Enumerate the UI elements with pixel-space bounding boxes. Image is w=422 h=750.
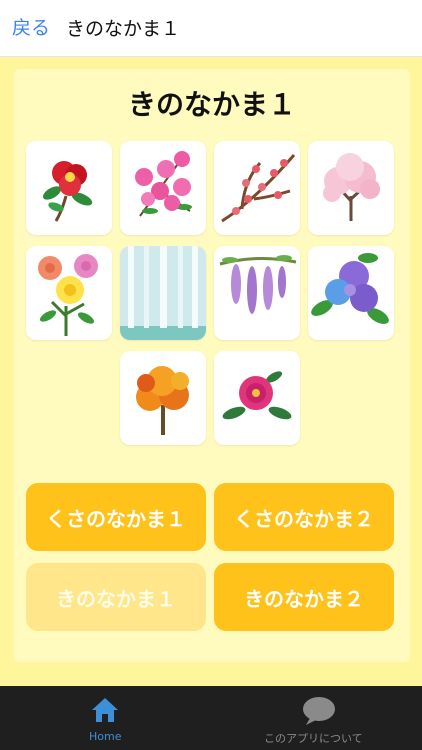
tile-plum-blossom[interactable] (214, 141, 300, 235)
tile-roses[interactable] (26, 246, 112, 340)
home-icon (92, 698, 118, 722)
tab-bar: Home このアプリについて (0, 686, 422, 750)
tab-about[interactable]: このアプリについて (250, 686, 390, 750)
back-button[interactable]: 戻る (12, 13, 50, 40)
tile-peony[interactable] (214, 351, 300, 445)
cherry-blossom-tree-image (323, 153, 380, 221)
tab-home-label: Home (89, 730, 122, 743)
tile-autumn-maple-tree[interactable] (120, 351, 206, 445)
peony-image (222, 371, 292, 420)
kusa-no-nakama-1-button[interactable]: くさのなかま１ (26, 483, 206, 551)
tab-home[interactable]: Home (60, 686, 150, 750)
page-title: きのなかま１ (127, 88, 296, 121)
tile-camellia[interactable] (26, 141, 112, 235)
autumn-maple-tree-image (136, 366, 189, 435)
wisteria-image (219, 255, 297, 314)
tab-about-label: このアプリについて (264, 732, 363, 745)
roses-image (38, 254, 98, 336)
plum-blossom-image (221, 154, 296, 223)
hydrangea-image (311, 253, 389, 324)
nav-title: きのなかま１ (66, 18, 181, 40)
birch-forest-image (120, 246, 206, 340)
navigation-bar: 戻る きのなかま１ (0, 0, 422, 57)
tile-hydrangea[interactable] (308, 246, 394, 340)
tile-birch-forest[interactable] (120, 246, 206, 340)
speech-bubble-icon (303, 697, 335, 725)
tile-cherry-blossom-tree[interactable] (308, 141, 394, 235)
tile-azalea[interactable] (120, 141, 206, 235)
tile-wisteria[interactable] (214, 246, 300, 340)
camellia-image (42, 161, 93, 222)
content-panel: きのなかま１ くさのなかま１ くさのなかま２ きのなかま１ きのなかま２ (14, 69, 410, 662)
kusa-no-nakama-2-button[interactable]: くさのなかま２ (214, 483, 394, 551)
ki-no-nakama-2-button[interactable]: きのなかま２ (214, 563, 394, 631)
ki-no-nakama-1-button[interactable]: きのなかま１ (26, 563, 206, 631)
azalea-image (135, 151, 192, 217)
